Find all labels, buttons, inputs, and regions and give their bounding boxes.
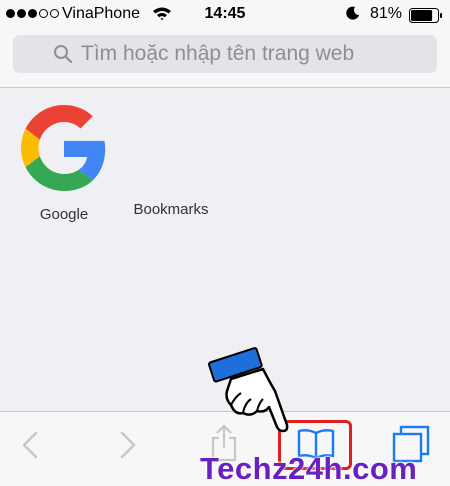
forward-button[interactable] xyxy=(118,431,138,464)
search-input[interactable] xyxy=(81,42,411,66)
battery-icon xyxy=(409,8,443,28)
back-button[interactable] xyxy=(20,431,40,464)
address-bar-area xyxy=(0,30,450,88)
battery-percentage: 81% xyxy=(370,5,403,22)
favorite-label: Google xyxy=(39,206,89,223)
forward-icon xyxy=(120,431,136,459)
bookmarks-folder-tile xyxy=(126,105,216,191)
favorite-google[interactable]: Google xyxy=(18,105,110,223)
favorite-label: Bookmarks xyxy=(133,201,209,218)
pointing-hand-icon xyxy=(207,347,289,433)
status-bar: VinaPhone 14:45 81% xyxy=(0,0,450,30)
do-not-disturb-icon xyxy=(346,6,360,25)
search-bar[interactable] xyxy=(13,35,437,73)
back-icon xyxy=(22,431,38,459)
google-logo-icon xyxy=(21,105,106,191)
watermark-text: Techz24h.com xyxy=(200,451,418,486)
favorite-bookmarks[interactable]: Bookmarks xyxy=(122,105,220,218)
search-icon xyxy=(54,45,73,64)
